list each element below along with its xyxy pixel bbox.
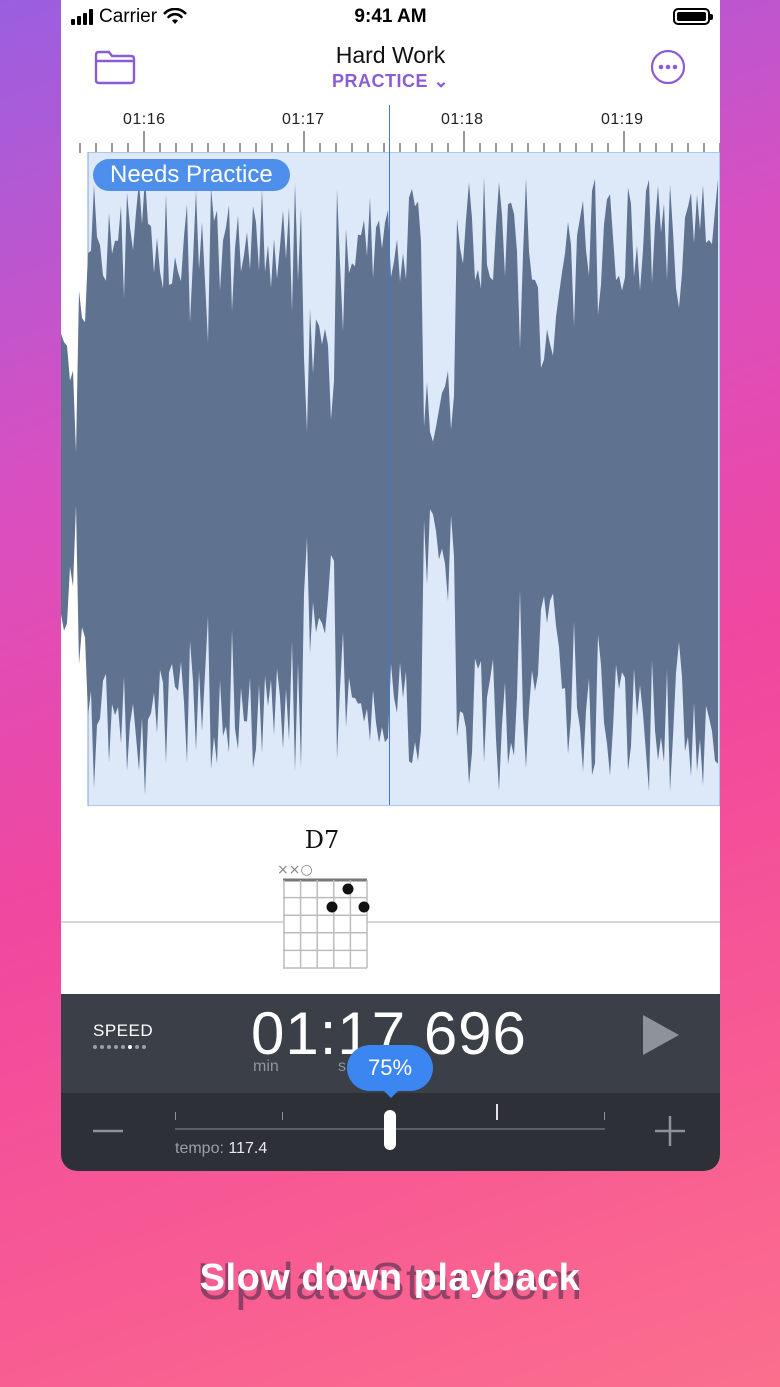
- caption: Slow down playback: [199, 1257, 581, 1299]
- timeline-ruler[interactable]: 01:16 01:17 01:18 01:19: [61, 105, 720, 153]
- ruler-label: 01:16: [123, 111, 166, 128]
- region-label[interactable]: Needs Practice: [93, 159, 290, 191]
- minutes-unit: min: [253, 1058, 279, 1075]
- tempo-readout: tempo: 117.4: [175, 1140, 268, 1157]
- chord-lane[interactable]: ××○: [61, 806, 720, 994]
- speed-slider-thumb[interactable]: [384, 1110, 396, 1150]
- speed-dots: [93, 1045, 146, 1049]
- slider-tick: [282, 1112, 283, 1120]
- playhead[interactable]: [389, 105, 390, 805]
- mode-selector[interactable]: PRACTICE ⌄: [61, 71, 720, 92]
- slider-tick-default: [496, 1104, 498, 1120]
- waveform[interactable]: [61, 152, 720, 806]
- battery-icon: [673, 8, 713, 25]
- status-time: 9:41 AM: [354, 6, 427, 27]
- open-string-markers: ××○: [277, 862, 313, 878]
- plus-icon[interactable]: [653, 1114, 687, 1148]
- slider-tick: [175, 1112, 176, 1120]
- chord-diagram-d7[interactable]: ××○: [61, 806, 720, 994]
- more-icon[interactable]: [650, 49, 686, 85]
- tempo-value: 117.4: [228, 1140, 268, 1157]
- ruler-label: 01:19: [601, 111, 644, 128]
- minus-icon[interactable]: [91, 1123, 125, 1139]
- speed-label[interactable]: SPEED: [93, 1021, 153, 1041]
- ruler-label: 01:17: [282, 111, 325, 128]
- song-title: Hard Work: [335, 42, 446, 68]
- speed-bubble-arrow: [382, 1089, 400, 1098]
- status-bar: Carrier 9:41 AM: [61, 0, 720, 36]
- seconds-unit: s: [338, 1058, 346, 1075]
- speed-value-bubble: 75%: [347, 1045, 433, 1091]
- slider-tick: [604, 1112, 605, 1120]
- phone-screen: Carrier 9:41 AM Hard Work PRACTICE ⌄ 01:…: [61, 0, 720, 1171]
- ruler-label: 01:18: [441, 111, 484, 128]
- play-icon[interactable]: [639, 1013, 683, 1057]
- chord-name: D7: [304, 826, 340, 854]
